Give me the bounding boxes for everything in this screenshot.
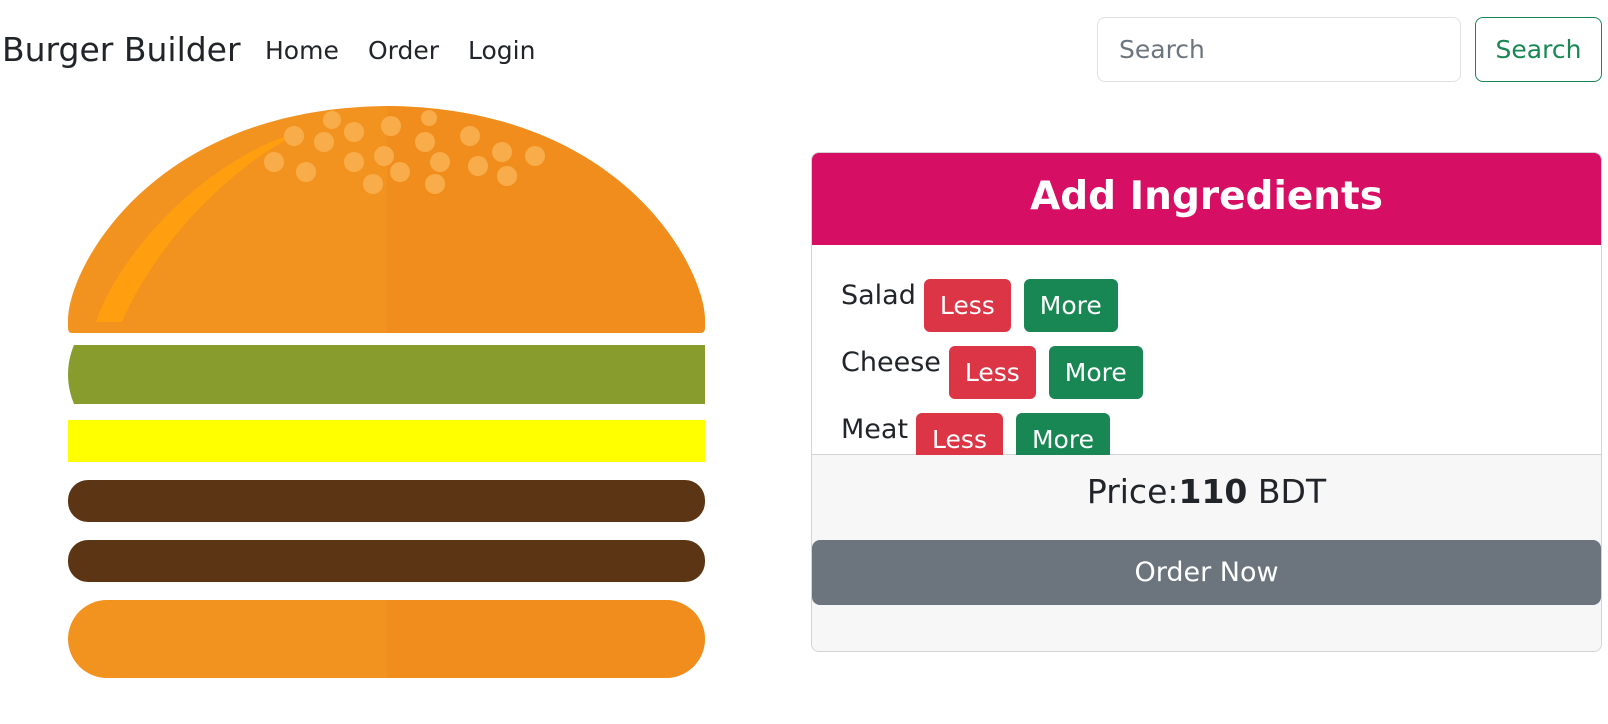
bread-bottom [68, 600, 705, 678]
cheese-less-button[interactable]: Less [948, 346, 1036, 399]
salad-layer [68, 345, 705, 404]
cheese-layer [68, 420, 705, 462]
nav-link-login[interactable]: Login [468, 34, 535, 68]
navbar-brand[interactable]: Burger Builder [2, 30, 241, 70]
ingredient-list: Salad Less More Cheese Less More Meat Le… [812, 245, 1601, 466]
ingredient-row-cheese: Cheese Less More [841, 346, 1601, 413]
build-controls: Add Ingredients Salad Less More Cheese L… [811, 152, 1602, 652]
nav-link-home[interactable]: Home [265, 34, 339, 68]
nav-link-order[interactable]: Order [368, 34, 439, 68]
search-button[interactable]: Search [1475, 17, 1602, 82]
cheese-more-button[interactable]: More [1048, 346, 1143, 399]
navbar: Burger Builder Home Order Login Search [0, 0, 1608, 100]
controls-header: Add Ingredients [812, 153, 1601, 245]
price-display: Price:110 BDT [812, 471, 1601, 513]
price-currency: BDT [1257, 472, 1327, 511]
search-input[interactable] [1097, 17, 1461, 82]
order-now-button[interactable]: Order Now [812, 540, 1601, 605]
price-prefix: Price: [1086, 472, 1179, 511]
meat-layer [68, 480, 705, 522]
bread-top [68, 106, 705, 333]
ingredient-label-salad: Salad [841, 280, 916, 311]
meat-layer [68, 540, 705, 582]
controls-footer: Price:110 BDT Order Now [812, 455, 1601, 651]
burger-preview [60, 100, 710, 680]
salad-less-button[interactable]: Less [923, 279, 1011, 332]
ingredient-row-salad: Salad Less More [841, 279, 1601, 346]
salad-more-button[interactable]: More [1023, 279, 1118, 332]
price-amount: 110 [1178, 472, 1248, 511]
ingredient-label-cheese: Cheese [841, 347, 941, 378]
ingredient-label-meat: Meat [841, 414, 909, 445]
